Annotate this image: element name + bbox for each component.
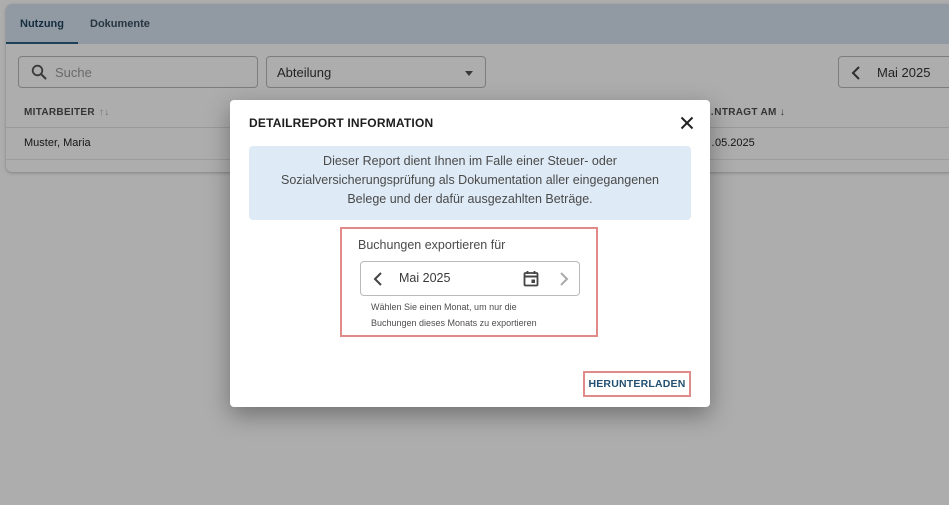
detailreport-dialog: DETAILREPORT INFORMATION Dieser Report d… [230,100,710,407]
hint-line-2: Buchungen dieses Monats zu exportieren [371,318,537,328]
close-icon[interactable] [678,114,696,132]
info-text: Dieser Report dient Ihnen im Falle einer… [280,154,660,206]
info-box: Dieser Report dient Ihnen im Falle einer… [249,146,691,220]
export-label: Buchungen exportieren für [358,238,506,252]
hint-line-1: Wählen Sie einen Monat, um nur die [371,302,517,312]
month-picker: Mai 2025 [360,261,580,296]
chevron-right-icon[interactable] [557,270,571,288]
calendar-icon[interactable] [523,270,539,287]
dialog-title: DETAILREPORT INFORMATION [249,116,434,130]
month-picker-value[interactable]: Mai 2025 [399,271,450,285]
month-picker-hint: Wählen Sie einen Monat, um nur die Buchu… [371,299,537,331]
chevron-left-icon[interactable] [371,270,385,288]
download-button[interactable]: HERUNTERLADEN [583,371,691,397]
